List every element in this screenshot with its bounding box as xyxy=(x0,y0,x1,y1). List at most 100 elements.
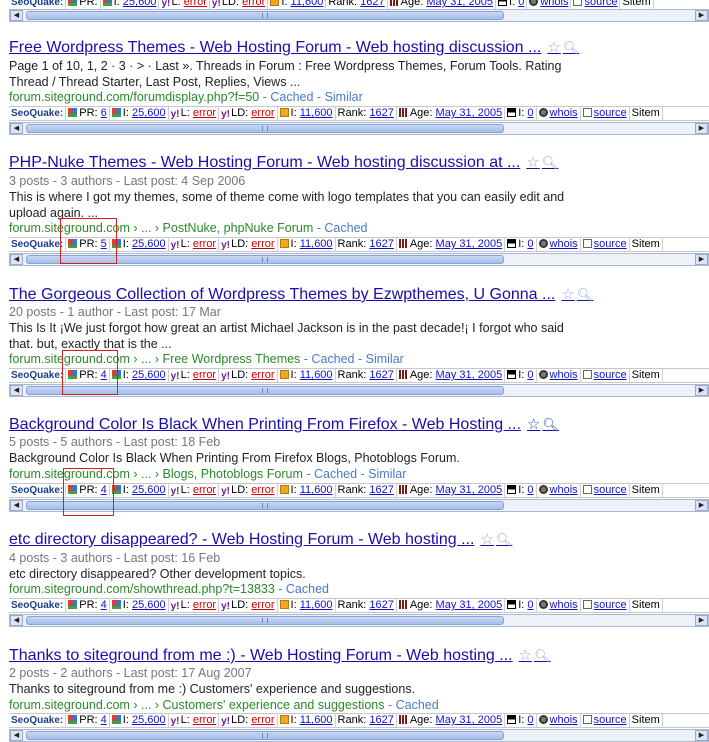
magnifier-icon[interactable]: 🔍︎ xyxy=(577,287,594,302)
scroll-thumb[interactable] xyxy=(26,501,504,510)
yahoo-linkdomain-link[interactable]: error xyxy=(251,238,274,250)
star-icon[interactable]: ☆ xyxy=(561,286,574,303)
whois-link[interactable]: whois xyxy=(550,107,578,119)
result-title-link[interactable]: Background Color Is Black When Printing … xyxy=(9,416,521,433)
yahoo-links-link[interactable]: error xyxy=(193,107,216,119)
scroll-thumb[interactable] xyxy=(26,386,504,395)
scroll-right-arrow-icon[interactable]: ▶ xyxy=(695,615,708,626)
magnifier-icon[interactable]: 🔍︎ xyxy=(563,40,580,55)
magnifier-icon[interactable]: 🔍︎ xyxy=(496,532,513,547)
cached-similar-links[interactable]: - Cached - Similar xyxy=(300,352,404,366)
alexa-rank-link[interactable]: 1627 xyxy=(369,107,393,119)
scroll-right-arrow-icon[interactable]: ▶ xyxy=(695,500,708,511)
yahoo-links-link[interactable]: error xyxy=(184,0,207,8)
pagerank-link[interactable]: 4 xyxy=(101,599,107,611)
scroll-left-arrow-icon[interactable]: ◀ xyxy=(10,385,23,396)
result-title-link[interactable]: The Gorgeous Collection of Wordpress The… xyxy=(9,286,555,303)
cached-similar-links[interactable]: - Cached xyxy=(384,698,439,712)
google-index-link[interactable]: 25,600 xyxy=(123,0,157,8)
star-icon[interactable]: ☆ xyxy=(527,416,540,433)
result-title-link[interactable]: Free Wordpress Themes - Web Hosting Foru… xyxy=(9,39,541,56)
source-link[interactable]: source xyxy=(594,484,627,496)
age-link[interactable]: May 31, 2005 xyxy=(436,599,503,611)
scroll-right-arrow-icon[interactable]: ▶ xyxy=(695,123,708,134)
pagerank-link[interactable]: 4 xyxy=(101,484,107,496)
index-link[interactable]: 0 xyxy=(527,599,533,611)
scroll-thumb[interactable] xyxy=(26,11,504,20)
yahoo-links-link[interactable]: error xyxy=(193,714,216,726)
source-link[interactable]: source xyxy=(594,599,627,611)
source-link[interactable]: source xyxy=(584,0,617,8)
scroll-thumb[interactable] xyxy=(26,124,504,133)
alexa-rank-link[interactable]: 1627 xyxy=(369,238,393,250)
horizontal-scrollbar[interactable]: ◀ ▶ xyxy=(9,253,709,266)
google-index-link[interactable]: 25,600 xyxy=(132,238,166,250)
technorati-link[interactable]: 11,600 xyxy=(300,369,333,381)
sitemap-label[interactable]: Sitem xyxy=(632,369,660,381)
scroll-left-arrow-icon[interactable]: ◀ xyxy=(10,10,23,21)
scroll-left-arrow-icon[interactable]: ◀ xyxy=(10,730,23,741)
source-link[interactable]: source xyxy=(594,238,627,250)
sitemap-label[interactable]: Sitem xyxy=(632,599,660,611)
index-link[interactable]: 0 xyxy=(527,484,533,496)
star-icon[interactable]: ☆ xyxy=(480,531,493,548)
technorati-link[interactable]: 11,600 xyxy=(300,714,333,726)
index-link[interactable]: 0 xyxy=(527,107,533,119)
yahoo-links-link[interactable]: error xyxy=(193,484,216,496)
scroll-left-arrow-icon[interactable]: ◀ xyxy=(10,500,23,511)
pagerank-link[interactable]: 6 xyxy=(101,107,107,119)
scroll-thumb[interactable] xyxy=(26,731,504,740)
horizontal-scrollbar[interactable]: ◀ ▶ xyxy=(9,384,709,397)
age-link[interactable]: May 31, 2005 xyxy=(436,484,503,496)
yahoo-links-link[interactable]: error xyxy=(193,238,216,250)
yahoo-linkdomain-link[interactable]: error xyxy=(251,484,274,496)
sitemap-label[interactable]: Sitem xyxy=(632,238,660,250)
yahoo-links-link[interactable]: error xyxy=(193,369,216,381)
magnifier-icon[interactable]: 🔍︎ xyxy=(542,155,559,170)
horizontal-scrollbar[interactable]: ◀ ▶ xyxy=(9,122,709,135)
scroll-thumb[interactable] xyxy=(26,255,504,264)
alexa-rank-link[interactable]: 1627 xyxy=(369,369,393,381)
whois-link[interactable]: whois xyxy=(550,599,578,611)
age-link[interactable]: May 31, 2005 xyxy=(436,238,503,250)
scroll-right-arrow-icon[interactable]: ▶ xyxy=(695,385,708,396)
whois-link[interactable]: whois xyxy=(550,238,578,250)
cached-similar-links[interactable]: - Cached xyxy=(313,221,368,235)
index-link[interactable]: 0 xyxy=(527,369,533,381)
scroll-thumb[interactable] xyxy=(26,616,504,625)
scroll-right-arrow-icon[interactable]: ▶ xyxy=(695,10,708,21)
google-index-link[interactable]: 25,600 xyxy=(132,369,166,381)
technorati-link[interactable]: 11,600 xyxy=(291,0,324,8)
alexa-rank-link[interactable]: 1627 xyxy=(369,714,393,726)
alexa-rank-link[interactable]: 1627 xyxy=(369,484,393,496)
result-title-link[interactable]: Thanks to siteground from me :) - Web Ho… xyxy=(9,647,513,664)
pagerank-link[interactable]: 5 xyxy=(101,238,107,250)
result-title-link[interactable]: PHP-Nuke Themes - Web Hosting Forum - We… xyxy=(9,154,520,171)
index-link[interactable]: 0 xyxy=(518,0,524,8)
horizontal-scrollbar[interactable]: ◀ ▶ xyxy=(9,499,709,512)
yahoo-linkdomain-link[interactable]: error xyxy=(251,369,274,381)
age-link[interactable]: May 31, 2005 xyxy=(436,369,503,381)
age-link[interactable]: May 31, 2005 xyxy=(436,714,503,726)
yahoo-links-link[interactable]: error xyxy=(193,599,216,611)
scroll-right-arrow-icon[interactable]: ▶ xyxy=(695,730,708,741)
technorati-link[interactable]: 11,600 xyxy=(300,484,333,496)
scroll-right-arrow-icon[interactable]: ▶ xyxy=(695,254,708,265)
scroll-left-arrow-icon[interactable]: ◀ xyxy=(10,615,23,626)
sitemap-label[interactable]: Sitem xyxy=(632,484,660,496)
star-icon[interactable]: ☆ xyxy=(526,154,539,171)
horizontal-scrollbar[interactable]: ◀ ▶ xyxy=(9,729,709,742)
horizontal-scrollbar[interactable]: ◀ ▶ xyxy=(9,9,709,22)
magnifier-icon[interactable]: 🔍︎ xyxy=(534,648,551,663)
whois-link[interactable]: whois xyxy=(550,484,578,496)
source-link[interactable]: source xyxy=(594,107,627,119)
technorati-link[interactable]: 11,600 xyxy=(300,599,333,611)
cached-similar-links[interactable]: - Cached xyxy=(275,582,329,596)
magnifier-icon[interactable]: 🔍︎ xyxy=(542,417,559,432)
age-link[interactable]: May 31, 2005 xyxy=(436,107,503,119)
sitemap-label[interactable]: Sitem xyxy=(632,107,660,119)
yahoo-linkdomain-link[interactable]: error xyxy=(251,599,274,611)
whois-link[interactable]: whois xyxy=(550,714,578,726)
google-index-link[interactable]: 25,600 xyxy=(132,484,166,496)
pagerank-link[interactable]: 4 xyxy=(101,369,107,381)
